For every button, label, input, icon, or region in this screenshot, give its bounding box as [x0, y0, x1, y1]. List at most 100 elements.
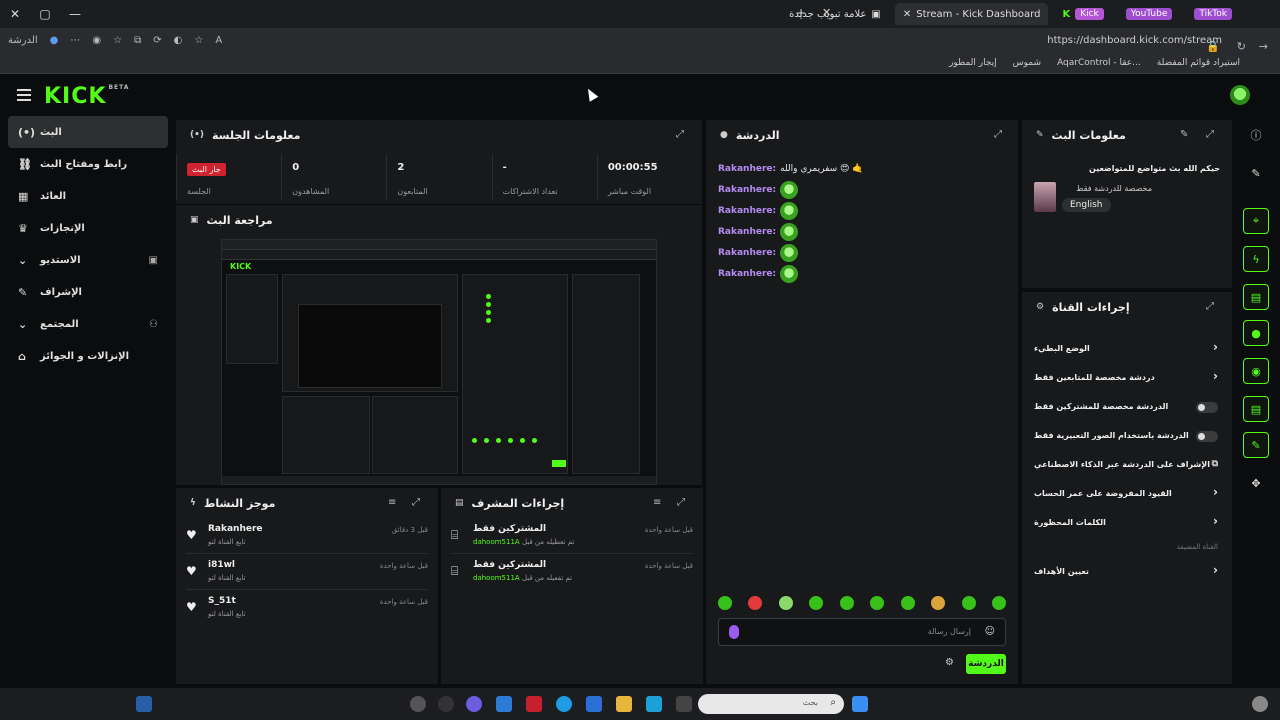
emote-icon[interactable]	[900, 596, 915, 610]
tab-youtube[interactable]: YouTube	[1118, 3, 1181, 25]
taskbar-search[interactable]: بحث ⌕	[698, 694, 844, 714]
action-followers-only[interactable]: دردشة مخصصة للمتابعين فقط ›	[1022, 363, 1232, 392]
emote-icon[interactable]	[839, 596, 854, 610]
mail-icon[interactable]	[496, 696, 512, 712]
acrobat-icon[interactable]	[526, 696, 542, 712]
emote-icon[interactable]	[931, 596, 946, 610]
expand-icon[interactable]: ⤢	[1206, 301, 1214, 312]
expand-icon[interactable]: ⤢	[676, 129, 684, 140]
profile-label[interactable]: الدرشة	[8, 35, 38, 46]
subscribers-only-toggle[interactable]	[1196, 402, 1218, 413]
wrench-icon[interactable]: ✎	[1243, 432, 1269, 458]
emote-icon[interactable]	[748, 596, 763, 610]
list-icon[interactable]: ▤	[1243, 396, 1269, 422]
emote-icon[interactable]	[870, 596, 885, 610]
gear-icon[interactable]: ⚙	[945, 657, 954, 668]
minimize-window-icon[interactable]: —	[60, 7, 90, 21]
bookmark-item[interactable]: إيجار المطور	[949, 58, 997, 68]
action-account-age[interactable]: القيود المفروضة على عمر الحساب ›	[1022, 479, 1232, 508]
obs-icon[interactable]	[438, 696, 454, 712]
chat-send-button[interactable]: الدردشة	[966, 654, 1006, 674]
chat-username[interactable]: Rakanhere:	[718, 248, 776, 258]
store-icon[interactable]	[586, 696, 602, 712]
chat-username[interactable]: Rakanhere:	[718, 206, 776, 216]
action-slow-mode[interactable]: الوضع البطيء ›	[1022, 334, 1232, 363]
action-set-goals[interactable]: تعيين الأهداف ›	[1022, 557, 1232, 586]
chat-username[interactable]: Rakanhere:	[718, 164, 776, 174]
copilot-icon[interactable]: ●	[50, 35, 59, 46]
action-ai-moderation[interactable]: الإشراف على الدردشة عبر الذكاء الاصطناعي…	[1022, 450, 1232, 479]
chat-icon[interactable]: ●	[1243, 320, 1269, 346]
sidebar-item-community[interactable]: ⌄ المجتمع ⚇	[8, 308, 168, 340]
discord-icon[interactable]	[466, 696, 482, 712]
tab-tiktok[interactable]: TikTok	[1186, 3, 1240, 25]
collections-icon[interactable]: ⧉	[134, 35, 141, 46]
app-icon[interactable]	[410, 696, 426, 712]
chat-input[interactable]: إرسال رسالة ☺	[718, 618, 1006, 646]
bookmark-item[interactable]: شموس	[1013, 58, 1041, 68]
chat-username[interactable]: Rakanhere:	[718, 269, 776, 279]
tab-kick-dashboard[interactable]: ✕ Stream - Kick Dashboard	[894, 3, 1049, 25]
tab-new[interactable]: علامة تبويب جديدة ▣	[781, 3, 889, 25]
read-aloud-icon[interactable]: ◐	[174, 35, 183, 46]
emotes-only-toggle[interactable]	[1196, 431, 1218, 442]
emote-icon[interactable]	[778, 596, 793, 610]
close-tab-x-icon[interactable]: ✕	[903, 9, 911, 20]
broadcast-icon[interactable]: ◉	[1243, 358, 1269, 384]
avatar[interactable]	[1230, 85, 1250, 105]
more-icon[interactable]: ⋯	[70, 35, 80, 46]
expand-icon[interactable]: ⤢	[994, 129, 1002, 140]
sidebar-item-revenue[interactable]: ▦ العائد	[8, 180, 168, 212]
emote-icon[interactable]	[809, 596, 824, 610]
info-icon[interactable]: ⓘ	[1243, 122, 1269, 148]
add-favorite-icon[interactable]: ☆	[194, 35, 203, 46]
chat-username[interactable]: Rakanhere:	[718, 227, 776, 237]
start-icon[interactable]	[852, 696, 868, 712]
pencil-icon[interactable]: ✎	[1243, 160, 1269, 186]
emoji-icon[interactable]: ☺	[985, 626, 995, 637]
mod-user[interactable]: dahoom511A	[473, 538, 520, 546]
tray-icon[interactable]	[136, 696, 152, 712]
kick-logo[interactable]: KICK BETA	[44, 84, 129, 109]
text-icon[interactable]: A	[215, 35, 222, 46]
sidebar-item-moderation[interactable]: ✎ الإشراف	[8, 276, 168, 308]
filter-icon[interactable]: ≡	[388, 497, 396, 508]
bolt-icon[interactable]: ϟ	[1243, 246, 1269, 272]
expand-icon[interactable]: ⤢	[677, 497, 685, 508]
emote-icon[interactable]	[718, 596, 732, 610]
sidebar-item-stream-key[interactable]: ⛓ رابط ومفتاح البث	[8, 148, 168, 180]
sidebar-item-achievements[interactable]: ♛ الإنجازات	[8, 212, 168, 244]
bookmark-item[interactable]: AqarControl - عقا...	[1057, 58, 1141, 68]
sidebar-item-studio[interactable]: ⌄ الاستديو ▣	[8, 244, 168, 276]
sidebar-item-drops[interactable]: ⌂ الإنزالات و الجوائز	[8, 340, 168, 372]
weather-icon[interactable]	[1252, 696, 1268, 712]
edge-icon[interactable]	[556, 696, 572, 712]
account-icon[interactable]: ◉	[92, 35, 101, 46]
chat-username[interactable]: Rakanhere:	[718, 185, 776, 195]
filter-icon[interactable]: ≡	[653, 497, 661, 508]
bookmark-item[interactable]: استيراد قوائم المفضلة	[1157, 58, 1240, 68]
url-field[interactable]: https://dashboard.kick.com/stream	[1047, 35, 1222, 46]
stream-preview-video[interactable]: KICK	[221, 239, 657, 485]
expand-icon[interactable]: ⤢	[1206, 129, 1214, 140]
mod-user[interactable]: dahoom511A	[473, 574, 520, 582]
document-icon[interactable]: ▤	[1243, 284, 1269, 310]
file-explorer-icon[interactable]	[616, 696, 632, 712]
expand-icon[interactable]: ⤢	[412, 497, 420, 508]
extensions-icon[interactable]: ⟳	[153, 35, 161, 46]
emote-icon[interactable]	[991, 596, 1006, 610]
menu-icon[interactable]	[17, 89, 31, 101]
task-view-icon[interactable]	[676, 696, 692, 712]
sidebar-item-stream[interactable]: (•) البث	[8, 116, 168, 148]
favorites-icon[interactable]: ☆	[113, 35, 122, 46]
tab-kick[interactable]: K Kick	[1054, 3, 1111, 25]
camera-icon[interactable]: ⌖	[1243, 208, 1269, 234]
copilot-icon[interactable]	[646, 696, 662, 712]
maximize-window-icon[interactable]: ▢	[30, 7, 60, 21]
action-banned-words[interactable]: الكلمات المحظورة ›	[1022, 508, 1232, 537]
close-window-icon[interactable]: ✕	[0, 7, 30, 21]
mic-icon[interactable]	[729, 625, 739, 639]
emote-icon[interactable]	[961, 596, 976, 610]
add-widget-icon[interactable]: ✥	[1243, 470, 1269, 496]
edit-icon[interactable]: ✎	[1180, 129, 1188, 140]
